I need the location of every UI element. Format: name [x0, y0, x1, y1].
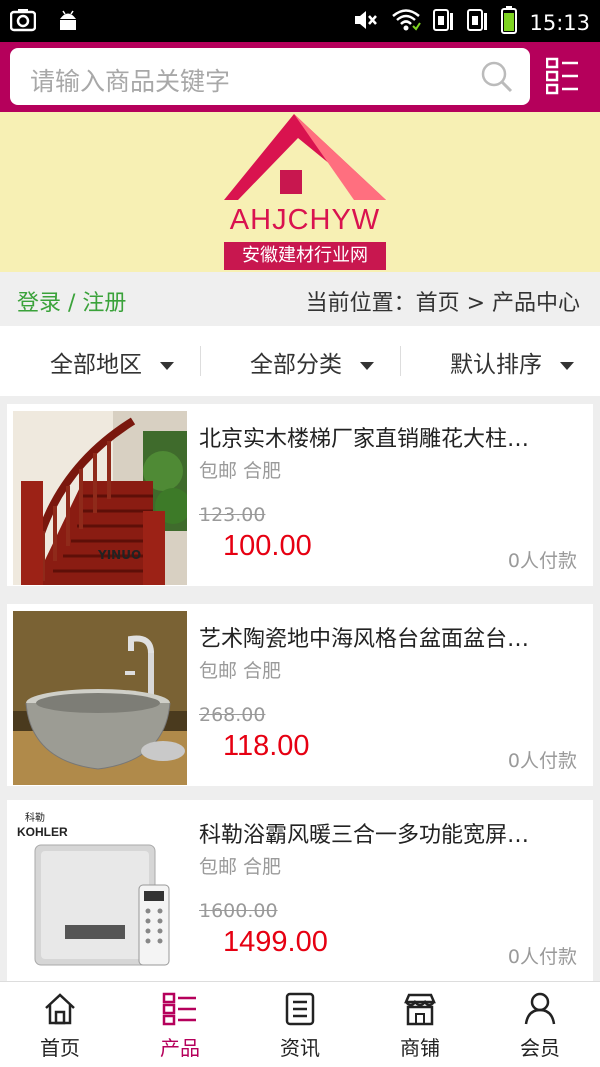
- logo-text: AHJCHYW: [229, 204, 381, 236]
- product-card[interactable]: 艺术陶瓷地中海风格台盆面盆台… 包邮 合肥 268.00 118.00 0人付款: [7, 604, 593, 786]
- product-image-basin[interactable]: [13, 611, 187, 785]
- logo-subtitle: 安徽建材行业网: [224, 242, 386, 270]
- search-placeholder: 请输入商品关键字: [30, 67, 231, 96]
- product-price: 100.00: [223, 530, 312, 562]
- filter-region-label: 全部地区: [50, 352, 142, 378]
- house-logo-icon: [224, 114, 386, 200]
- product-shipping: 包邮 合肥: [199, 460, 282, 482]
- screenshot-icon: [9, 8, 37, 36]
- search-input[interactable]: 请输入商品关键字: [10, 48, 530, 105]
- product-list-icon: [162, 992, 198, 1030]
- wifi-icon: [391, 8, 422, 37]
- product-image-staircase[interactable]: YINUO: [13, 411, 187, 585]
- nav-news-label: 资讯: [280, 1036, 320, 1060]
- divider: [400, 346, 401, 376]
- chevron-down-icon: [360, 361, 374, 370]
- nav-news[interactable]: 资讯: [240, 982, 360, 1067]
- product-shipping: 包邮 合肥: [199, 856, 282, 878]
- divider: [200, 346, 201, 376]
- category-menu-icon[interactable]: [545, 57, 580, 99]
- status-bar: 15:13: [0, 0, 600, 42]
- filter-category[interactable]: 全部分类: [250, 345, 374, 379]
- nav-home-label: 首页: [40, 1036, 80, 1060]
- search-icon[interactable]: [480, 60, 514, 98]
- product-original-price: 268.00: [199, 704, 266, 726]
- android-icon: [56, 8, 80, 36]
- product-title[interactable]: 北京实木楼梯厂家直销雕花大柱…: [199, 421, 579, 453]
- nav-products[interactable]: 产品: [120, 982, 240, 1067]
- product-price: 118.00: [223, 730, 310, 762]
- brand-label: KOHLER: [17, 825, 68, 839]
- product-card[interactable]: 科勒 KOHLER 科勒浴霸风暖三合一多功能宽屏… 包邮 合肥 1600.00 …: [7, 800, 593, 982]
- signal-sim1-icon: [433, 7, 455, 38]
- product-paid-count: 0人付款: [507, 750, 577, 772]
- product-original-price: 1600.00: [199, 900, 278, 922]
- header: 请输入商品关键字: [0, 42, 600, 112]
- filter-bar: 全部地区 全部分类 默认排序: [0, 326, 600, 396]
- image-watermark: YINUO: [97, 548, 141, 562]
- nav-shops-label: 商铺: [400, 1036, 440, 1060]
- chevron-down-icon: [560, 361, 574, 370]
- bottom-nav: 首页 产品 资讯 商铺 会员: [0, 981, 600, 1067]
- breadcrumb: 当前位置：首页 > 产品中心: [305, 291, 580, 316]
- product-image-bath-heater[interactable]: 科勒 KOHLER: [13, 807, 187, 981]
- product-title[interactable]: 科勒浴霸风暖三合一多功能宽屏…: [199, 817, 579, 849]
- chevron-down-icon: [160, 361, 174, 370]
- nav-home[interactable]: 首页: [0, 982, 120, 1067]
- shop-icon: [403, 992, 437, 1030]
- product-paid-count: 0人付款: [507, 550, 577, 572]
- filter-region[interactable]: 全部地区: [50, 345, 174, 379]
- breadcrumb-bar: 登录 / 注册 当前位置：首页 > 产品中心: [0, 272, 600, 326]
- nav-member-label: 会员: [520, 1036, 560, 1060]
- news-icon: [284, 992, 316, 1030]
- product-shipping: 包邮 合肥: [199, 660, 282, 682]
- filter-sort[interactable]: 默认排序: [450, 345, 574, 379]
- nav-member[interactable]: 会员: [480, 982, 600, 1067]
- product-paid-count: 0人付款: [507, 946, 577, 968]
- product-price: 1499.00: [223, 926, 328, 958]
- product-card[interactable]: YINUO 北京实木楼梯厂家直销雕花大柱… 包邮 合肥 123.00 100.0…: [7, 404, 593, 586]
- mute-icon: [353, 8, 379, 37]
- nav-products-label: 产品: [160, 1036, 200, 1060]
- product-title[interactable]: 艺术陶瓷地中海风格台盆面盆台…: [199, 621, 579, 653]
- filter-sort-label: 默认排序: [450, 352, 542, 378]
- signal-sim2-icon: [467, 7, 489, 38]
- home-icon: [43, 992, 77, 1030]
- brand-cn-label: 科勒: [25, 811, 45, 824]
- status-time: 15:13: [529, 10, 590, 35]
- filter-category-label: 全部分类: [250, 352, 342, 378]
- banner: AHJCHYW 安徽建材行业网: [0, 112, 600, 272]
- battery-icon: [501, 6, 518, 39]
- site-logo[interactable]: AHJCHYW 安徽建材行业网: [224, 112, 386, 272]
- nav-shops[interactable]: 商铺: [360, 982, 480, 1067]
- login-register-link[interactable]: 登录 / 注册: [17, 285, 126, 317]
- product-original-price: 123.00: [199, 504, 266, 526]
- user-icon: [524, 992, 556, 1030]
